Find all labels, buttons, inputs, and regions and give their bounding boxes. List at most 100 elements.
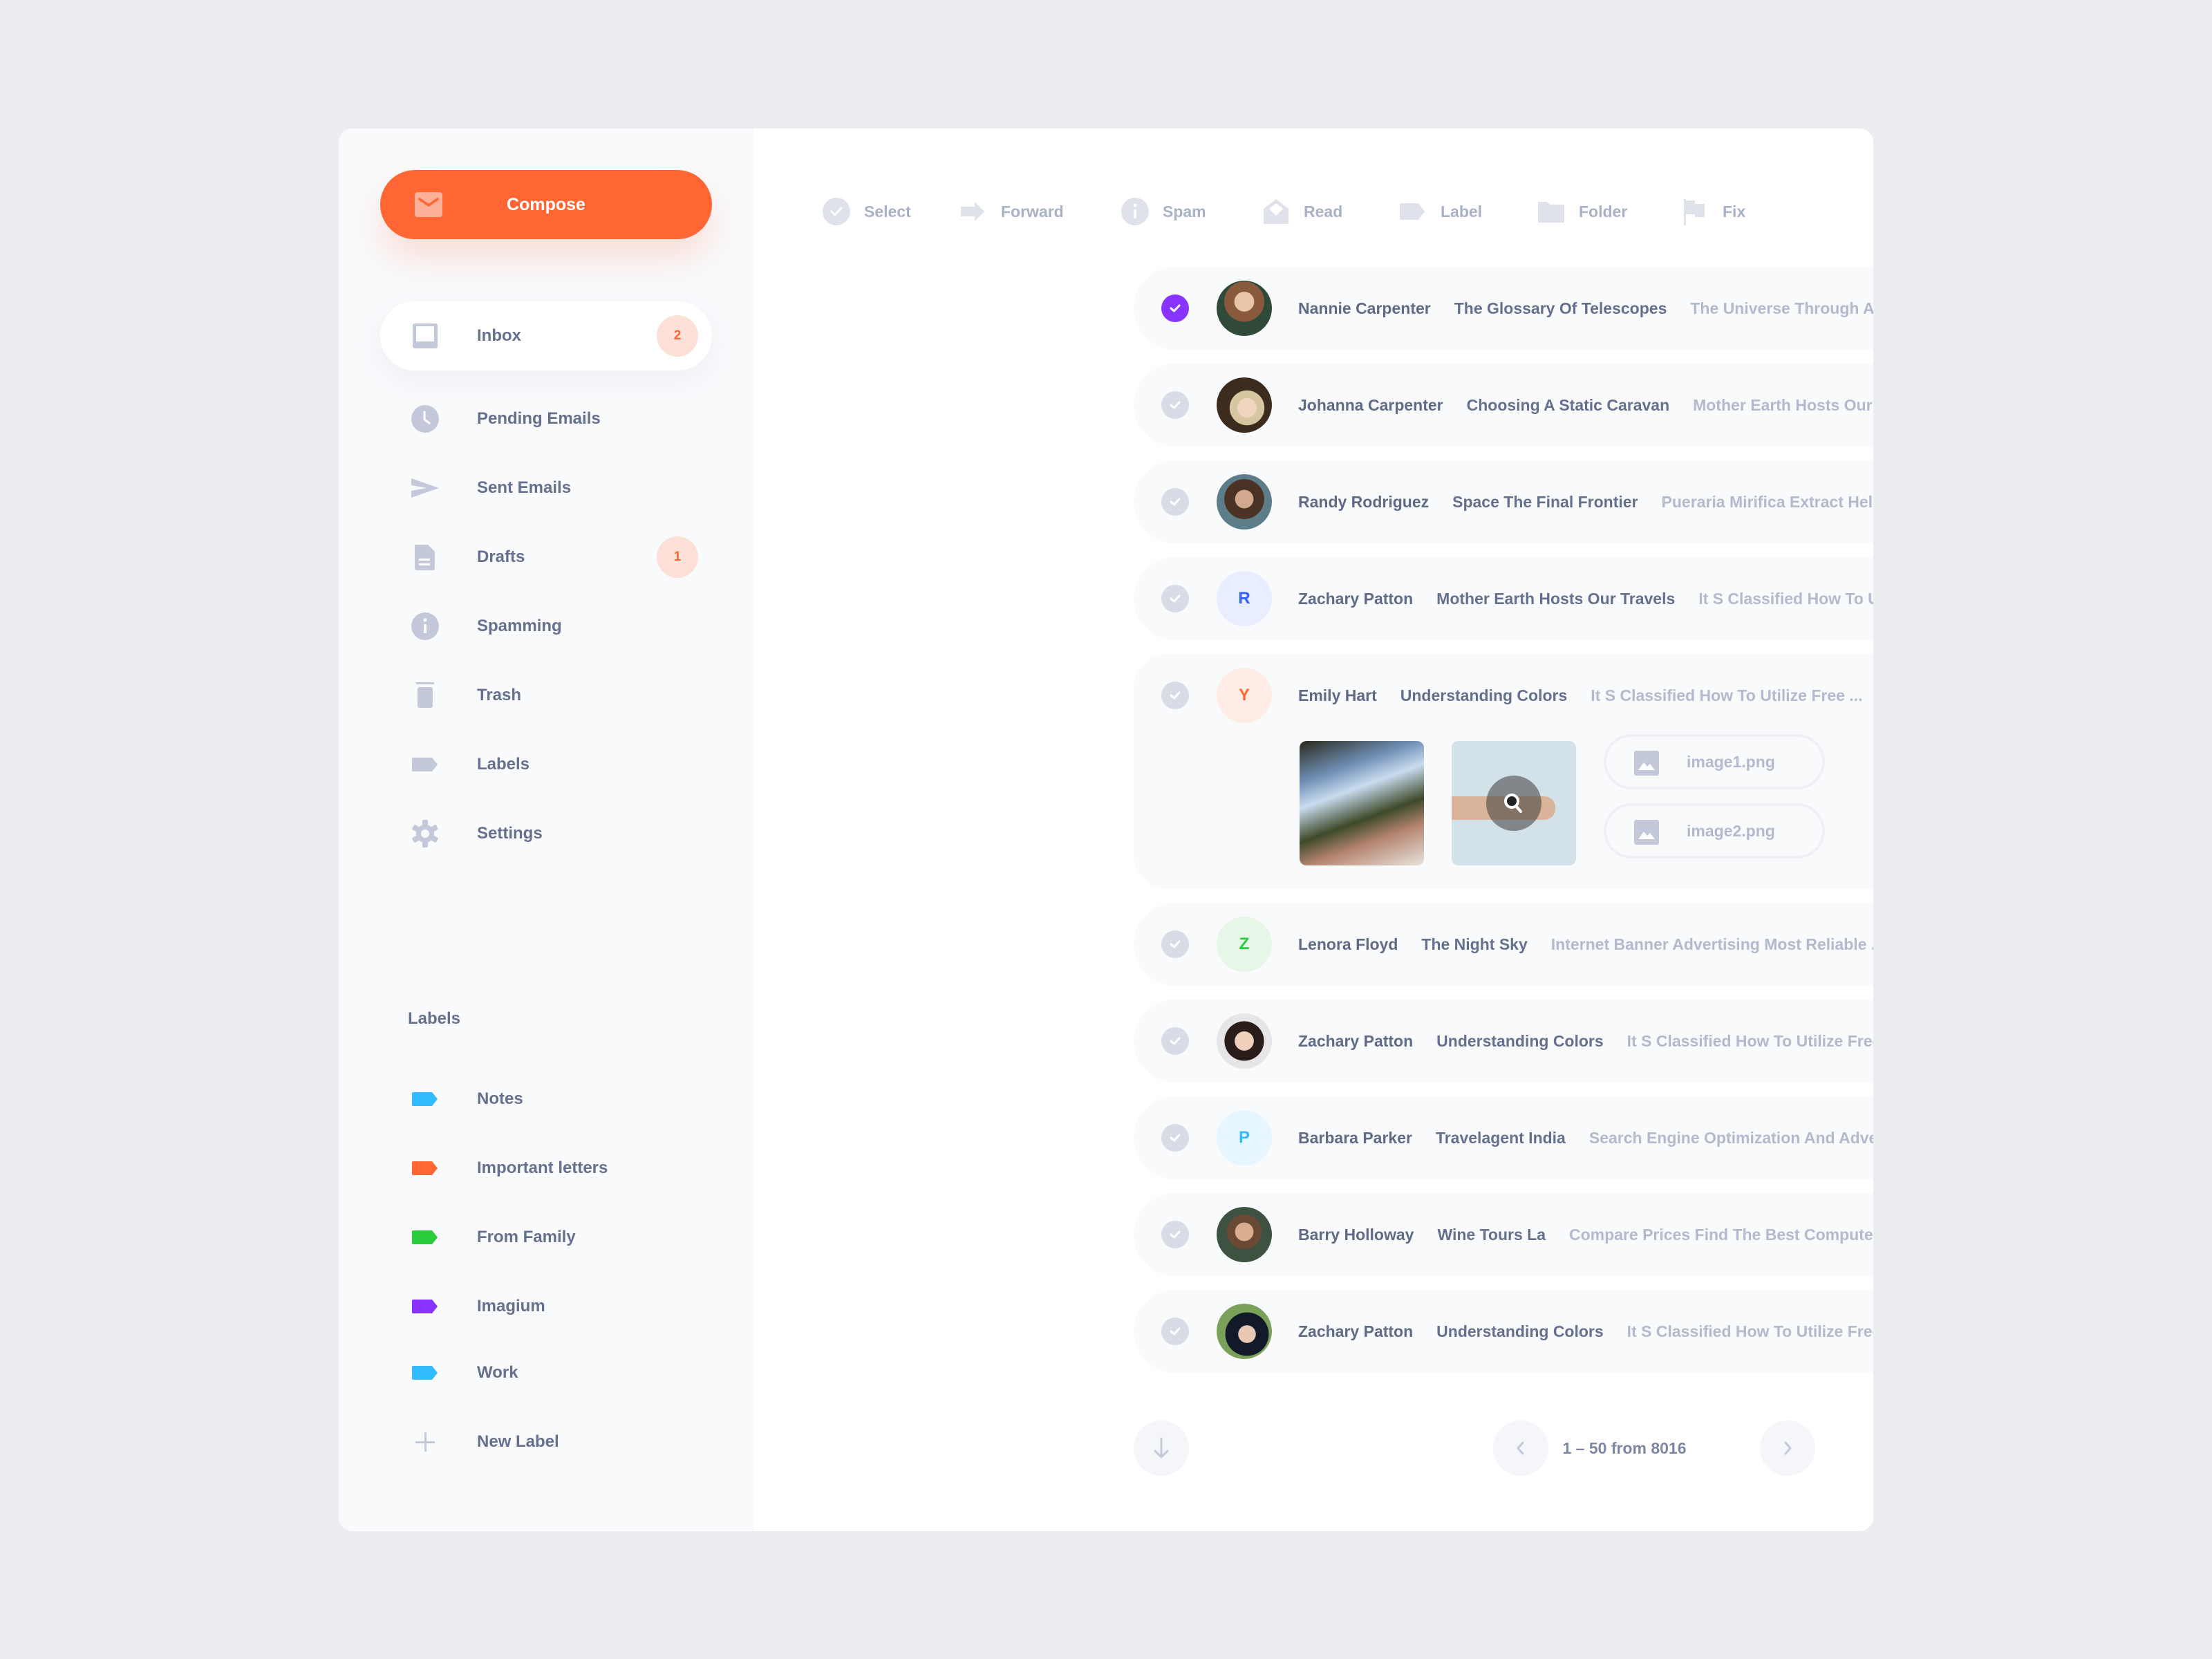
toolbar-label: Read	[1304, 203, 1343, 221]
sender-name: Nannie Carpenter	[1298, 299, 1431, 317]
document-icon	[415, 545, 435, 570]
email-row[interactable]: Johanna Carpenter Choosing A Static Carav…	[1134, 364, 1873, 447]
attachment-filename: image1.png	[1687, 753, 1775, 771]
checkmark-icon	[1170, 1327, 1181, 1335]
new-label-text: New Label	[477, 1432, 559, 1451]
email-subject: The Night Sky	[1421, 935, 1528, 953]
image-file-icon	[1634, 751, 1659, 776]
gear-icon	[412, 820, 438, 847]
select-checkbox[interactable]	[1161, 1318, 1189, 1345]
email-subject: Choosing A Static Caravan	[1466, 396, 1670, 414]
image-file-icon	[1634, 820, 1659, 845]
sidebar-item-trash[interactable]: Trash	[380, 661, 712, 730]
checkmark-icon	[1170, 1134, 1181, 1142]
magnifier-icon	[1504, 794, 1522, 813]
checkmark-icon	[1170, 594, 1181, 603]
email-preview: It S Classified How To Utilize Free ...	[1698, 590, 1873, 608]
attachment-thumbnail-preview[interactable]	[1452, 741, 1576, 865]
avatar-initial: Y	[1217, 668, 1272, 723]
email-row[interactable]: Barry Holloway Wine Tours La Compare Price…	[1134, 1193, 1873, 1276]
toolbar-label: Forward	[1001, 203, 1064, 221]
info-icon	[411, 612, 439, 640]
sender-name: Zachary Patton	[1298, 1032, 1414, 1050]
attachment-thumbnail[interactable]	[1300, 741, 1424, 865]
email-preview: Pueraria Mirifica Extract Helps Wrinkled	[1661, 493, 1873, 511]
sidebar-item-sent-emails[interactable]: Sent Emails	[380, 453, 712, 523]
email-summary: Lenora Floyd The Night Sky Internet Banner…	[1298, 903, 1873, 986]
tag-icon	[412, 1230, 438, 1244]
avatar-initial: P	[1217, 1110, 1272, 1165]
label-item-from-family[interactable]: From Family	[380, 1203, 712, 1272]
checkmark-icon	[1170, 940, 1181, 948]
sidebar-item-pending-emails[interactable]: Pending Emails	[380, 384, 712, 453]
sidebar-item-settings[interactable]: Settings	[380, 799, 712, 868]
email-row[interactable]: Z Lenora Floyd The Night Sky Internet Banne…	[1134, 903, 1873, 986]
new-label-button[interactable]: New Label	[380, 1407, 712, 1477]
sender-name: Barbara Parker	[1298, 1129, 1412, 1147]
label-item-text: Imagium	[477, 1297, 545, 1315]
select-checkbox[interactable]	[1161, 930, 1189, 958]
checkmark-icon	[1170, 401, 1181, 409]
checkmark-icon	[1170, 1230, 1181, 1239]
sidebar-item-label: Sent Emails	[477, 478, 572, 497]
attachment-file[interactable]: image2.png	[1604, 803, 1825, 859]
select-checkbox[interactable]	[1161, 585, 1189, 612]
email-row[interactable]: Y Emily Hart Understanding Colors It S Clas…	[1134, 654, 1873, 889]
checkmark-icon	[1170, 498, 1181, 506]
sender-name: Emily Hart	[1298, 686, 1377, 704]
sidebar-item-labels[interactable]: Labels	[380, 730, 712, 799]
email-row[interactable]: R Zachary Patton Mother Earth Hosts Our Tr…	[1134, 557, 1873, 640]
select-checkbox[interactable]	[1161, 391, 1189, 419]
label-item-text: Notes	[477, 1089, 523, 1108]
next-page-button[interactable]	[1760, 1421, 1815, 1476]
sender-name: Johanna Carpenter	[1298, 396, 1443, 414]
select-checkbox[interactable]	[1161, 682, 1189, 709]
email-subject: Understanding Colors	[1436, 1032, 1604, 1050]
email-summary: Zachary Patton Understanding Colors It S C…	[1298, 1290, 1873, 1373]
email-summary: Zachary Patton Understanding Colors It S C…	[1298, 1000, 1873, 1082]
email-preview: It S Classified How To Utilize Free ...	[1591, 686, 1863, 704]
avatar-photo	[1217, 281, 1272, 336]
label-icon	[1400, 203, 1425, 220]
checkmark-icon	[1170, 1037, 1181, 1045]
email-row[interactable]: Randy Rodriguez Space The Final Frontier P…	[1134, 460, 1873, 543]
email-row[interactable]: Nannie Carpenter The Glossary Of Telescop…	[1134, 267, 1873, 350]
email-row[interactable]: P Barbara Parker Travelagent India Search E…	[1134, 1096, 1873, 1179]
sidebar-item-drafts[interactable]: Drafts 1	[380, 523, 712, 592]
tag-icon	[412, 1161, 438, 1175]
send-icon	[411, 478, 439, 498]
select-checkbox[interactable]	[1161, 294, 1189, 322]
sender-name: Lenora Floyd	[1298, 935, 1398, 953]
label-item-notes[interactable]: Notes	[380, 1065, 712, 1134]
select-checkbox[interactable]	[1161, 1027, 1189, 1055]
email-preview: It S Classified How To Utilize Free ...	[1627, 1032, 1873, 1050]
compose-button[interactable]: Compose	[380, 170, 712, 239]
email-subject: Wine Tours La	[1437, 1226, 1546, 1244]
zoom-overlay	[1486, 776, 1541, 831]
email-summary: Emily Hart Understanding Colors It S Class…	[1298, 654, 1862, 737]
clock-icon	[411, 405, 439, 433]
trash-icon	[416, 682, 434, 708]
sidebar-item-inbox[interactable]: Inbox 2	[380, 301, 712, 371]
email-subject: Travelagent India	[1435, 1129, 1566, 1147]
toolbar-label: Spam	[1163, 203, 1206, 221]
label-item-imagium[interactable]: Imagium	[380, 1272, 712, 1341]
email-row[interactable]: Zachary Patton Understanding Colors It S C…	[1134, 1290, 1873, 1373]
email-subject: Understanding Colors	[1400, 686, 1568, 704]
plus-icon	[415, 1432, 435, 1452]
toolbar-label: Fix	[1723, 203, 1746, 221]
attachment-file[interactable]: image1.png	[1604, 734, 1825, 789]
sidebar-item-spamming[interactable]: Spamming	[380, 592, 712, 661]
email-row[interactable]: Zachary Patton Understanding Colors It S C…	[1134, 1000, 1873, 1082]
email-summary: Barbara Parker Travelagent India Search En…	[1298, 1096, 1873, 1179]
label-item-work[interactable]: Work	[380, 1338, 712, 1407]
label-item-important-letters[interactable]: Important letters	[380, 1134, 712, 1203]
email-summary: Randy Rodriguez Space The Final Frontier P…	[1298, 460, 1873, 543]
email-subject: Understanding Colors	[1436, 1322, 1604, 1340]
select-checkbox[interactable]	[1161, 488, 1189, 516]
arrow-down-icon	[1154, 1437, 1169, 1459]
select-checkbox[interactable]	[1161, 1124, 1189, 1152]
select-checkbox[interactable]	[1161, 1221, 1189, 1248]
scroll-down-button[interactable]	[1134, 1421, 1189, 1476]
email-summary: Nannie Carpenter The Glossary Of Telescop…	[1298, 267, 1873, 350]
